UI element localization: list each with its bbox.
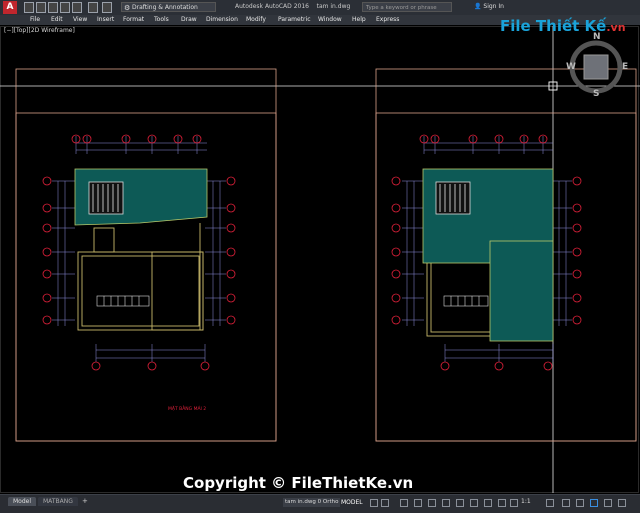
snap-mode-icon[interactable]: [381, 499, 389, 507]
file-status-text: tam in.dwg 0 Ortho: [283, 498, 341, 507]
right-roof-skylight: [435, 181, 471, 215]
sign-in-button[interactable]: 👤 Sign In: [474, 2, 504, 12]
right-top-grid-bubbles: [419, 134, 548, 144]
menu-window[interactable]: Window: [318, 15, 342, 25]
left-side-grid-bubbles: [42, 176, 52, 325]
right-bottom-grid-bubbles: [440, 361, 553, 371]
grid-display-icon[interactable]: [370, 499, 378, 507]
annotation-scale[interactable]: 1:1: [521, 498, 531, 505]
transparency-icon[interactable]: [484, 499, 492, 507]
title-bar: A ⚙ Drafting & Annotation Autodesk AutoC…: [0, 0, 640, 16]
selection-cycling-icon[interactable]: [498, 499, 506, 507]
left-bottom-dimensions: [95, 344, 206, 362]
ortho-icon[interactable]: [400, 499, 408, 507]
object-snap-icon[interactable]: [456, 499, 464, 507]
print-icon[interactable]: [72, 2, 82, 13]
app-title: Autodesk AutoCAD 2016: [235, 3, 309, 10]
right-top-dimensions: [423, 136, 553, 154]
open-file-icon[interactable]: [36, 2, 46, 13]
sign-in-label: Sign In: [483, 3, 504, 10]
menu-dimension[interactable]: Dimension: [206, 15, 238, 25]
workspace-switch-icon[interactable]: [546, 499, 554, 507]
left-top-dimensions: [75, 136, 207, 154]
viewcube[interactable]: N S W E: [560, 32, 630, 100]
left-floor-walls: [77, 223, 204, 331]
menu-express[interactable]: Express: [376, 15, 399, 25]
save-icon[interactable]: [48, 2, 58, 13]
quick-properties-icon[interactable]: [590, 499, 598, 507]
menu-insert[interactable]: Insert: [97, 15, 114, 25]
menu-format[interactable]: Format: [123, 15, 144, 25]
polar-tracking-icon[interactable]: [414, 499, 422, 507]
window-title: Autodesk AutoCAD 2016 tam in.dwg: [235, 2, 350, 11]
user-icon: 👤: [474, 3, 484, 10]
watermark-text: File Thiết Kế.vn: [500, 17, 626, 35]
isodraft-icon[interactable]: [428, 499, 436, 507]
left-bottom-grid-bubbles: [91, 361, 210, 371]
menu-file[interactable]: File: [30, 15, 40, 25]
menu-edit[interactable]: Edit: [51, 15, 63, 25]
copyright-watermark: Copyright © FileThietKe.vn: [183, 474, 414, 492]
object-snap-tracking-icon[interactable]: [442, 499, 450, 507]
right-roof-lower-hatch: [489, 240, 554, 342]
drawing-canvas[interactable]: MẶT BẰNG MÁI 2: [0, 26, 640, 493]
units-icon[interactable]: [576, 499, 584, 507]
tab-matbang[interactable]: MATBANG: [38, 497, 78, 506]
redo-icon[interactable]: [102, 2, 112, 13]
left-stair-treads: [96, 295, 150, 307]
right-stair-treads: [443, 295, 489, 307]
workspace-label: Drafting & Annotation: [132, 4, 198, 11]
customization-icon[interactable]: [618, 499, 626, 507]
annotation-visibility-icon[interactable]: [510, 499, 518, 507]
right-plan-sheet[interactable]: [375, 68, 637, 442]
status-bar: Model MATBANG + tam in.dwg 0 Ortho MODEL…: [0, 494, 640, 513]
left-right-dimensions: [205, 180, 226, 326]
watermark-name: File Thiết Kế: [500, 17, 607, 35]
left-roof-skylight: [88, 181, 124, 215]
viewcube-east[interactable]: E: [622, 62, 628, 72]
watermark-ext: .vn: [606, 21, 626, 34]
viewcube-south[interactable]: S: [593, 89, 599, 99]
file-title: tam in.dwg: [316, 3, 351, 10]
left-side-dimensions: [52, 180, 75, 326]
search-input[interactable]: Type a keyword or phrase: [362, 2, 452, 12]
menu-parametric[interactable]: Parametric: [278, 15, 311, 25]
right-bottom-dimensions: [444, 344, 554, 362]
menu-help[interactable]: Help: [352, 15, 366, 25]
left-plan-sheet[interactable]: MẶT BẰNG MÁI 2: [15, 68, 277, 442]
viewport-controls-label[interactable]: [−][Top][2D Wireframe]: [4, 27, 75, 34]
autocad-logo-icon[interactable]: A: [3, 1, 17, 14]
tab-model[interactable]: Model: [8, 497, 37, 506]
left-right-grid-bubbles: [226, 176, 236, 325]
left-plan-title: MẶT BẰNG MÁI 2: [168, 404, 206, 412]
lineweight-icon[interactable]: [470, 499, 478, 507]
annotation-monitor-icon[interactable]: [562, 499, 570, 507]
menu-tools[interactable]: Tools: [154, 15, 169, 25]
new-file-icon[interactable]: [24, 2, 34, 13]
gear-icon: ⚙: [124, 4, 131, 12]
menu-view[interactable]: View: [73, 15, 87, 25]
add-layout-button[interactable]: +: [82, 497, 88, 505]
model-space-button[interactable]: MODEL: [341, 498, 363, 507]
save-as-icon[interactable]: [60, 2, 70, 13]
menu-draw[interactable]: Draw: [181, 15, 197, 25]
undo-icon[interactable]: [88, 2, 98, 13]
left-top-grid-bubbles: [71, 134, 202, 144]
left-sheet-frame: [15, 112, 277, 442]
menu-modify[interactable]: Modify: [246, 15, 266, 25]
isolate-objects-icon[interactable]: [604, 499, 612, 507]
viewcube-west[interactable]: W: [566, 62, 576, 72]
workspace-dropdown[interactable]: ⚙ Drafting & Annotation: [121, 2, 216, 12]
left-sheet-outer: [15, 68, 277, 442]
